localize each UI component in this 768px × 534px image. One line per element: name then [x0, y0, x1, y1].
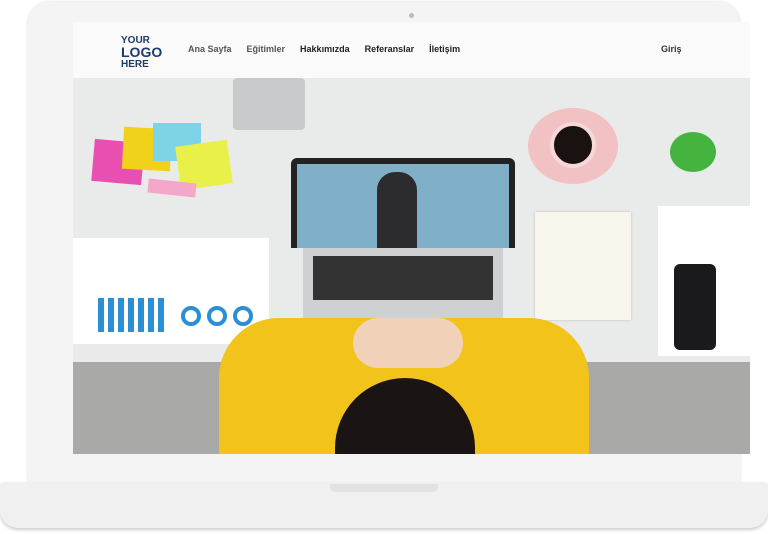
pen-holder [233, 78, 305, 130]
coffee-cup [528, 108, 618, 184]
login-link[interactable]: Giriş [661, 44, 682, 54]
report-paper [658, 206, 750, 356]
webcam-icon [409, 13, 414, 18]
logo[interactable]: YOUR LOGO HERE [121, 35, 163, 75]
main-menu: Ana Sayfa Eğitimler Hakkımızda Referansl… [188, 44, 460, 54]
notebook [535, 212, 631, 320]
nav-references[interactable]: Referanslar [365, 44, 415, 54]
logo-text: LOGO [121, 44, 163, 60]
person-hands [353, 318, 463, 368]
logo-text: HERE [121, 59, 149, 70]
website-screen: YOUR LOGO HERE Ana Sayfa Eğitimler Hakkı… [73, 22, 750, 454]
sticky-notes [91, 123, 233, 203]
hero-image [73, 78, 750, 454]
chart-paper [73, 238, 269, 344]
laptop-notch [330, 484, 438, 492]
nav-home[interactable]: Ana Sayfa [188, 44, 232, 54]
plant [670, 132, 716, 172]
nav-about[interactable]: Hakkımızda [300, 44, 350, 54]
laptop-in-photo [291, 158, 515, 248]
keyboard-in-photo [303, 248, 503, 320]
nav-trainings[interactable]: Eğitimler [247, 44, 286, 54]
navbar: YOUR LOGO HERE Ana Sayfa Eğitimler Hakkı… [73, 22, 750, 78]
nav-contact[interactable]: İletişim [429, 44, 460, 54]
laptop-lid: YOUR LOGO HERE Ana Sayfa Eğitimler Hakkı… [28, 2, 750, 484]
